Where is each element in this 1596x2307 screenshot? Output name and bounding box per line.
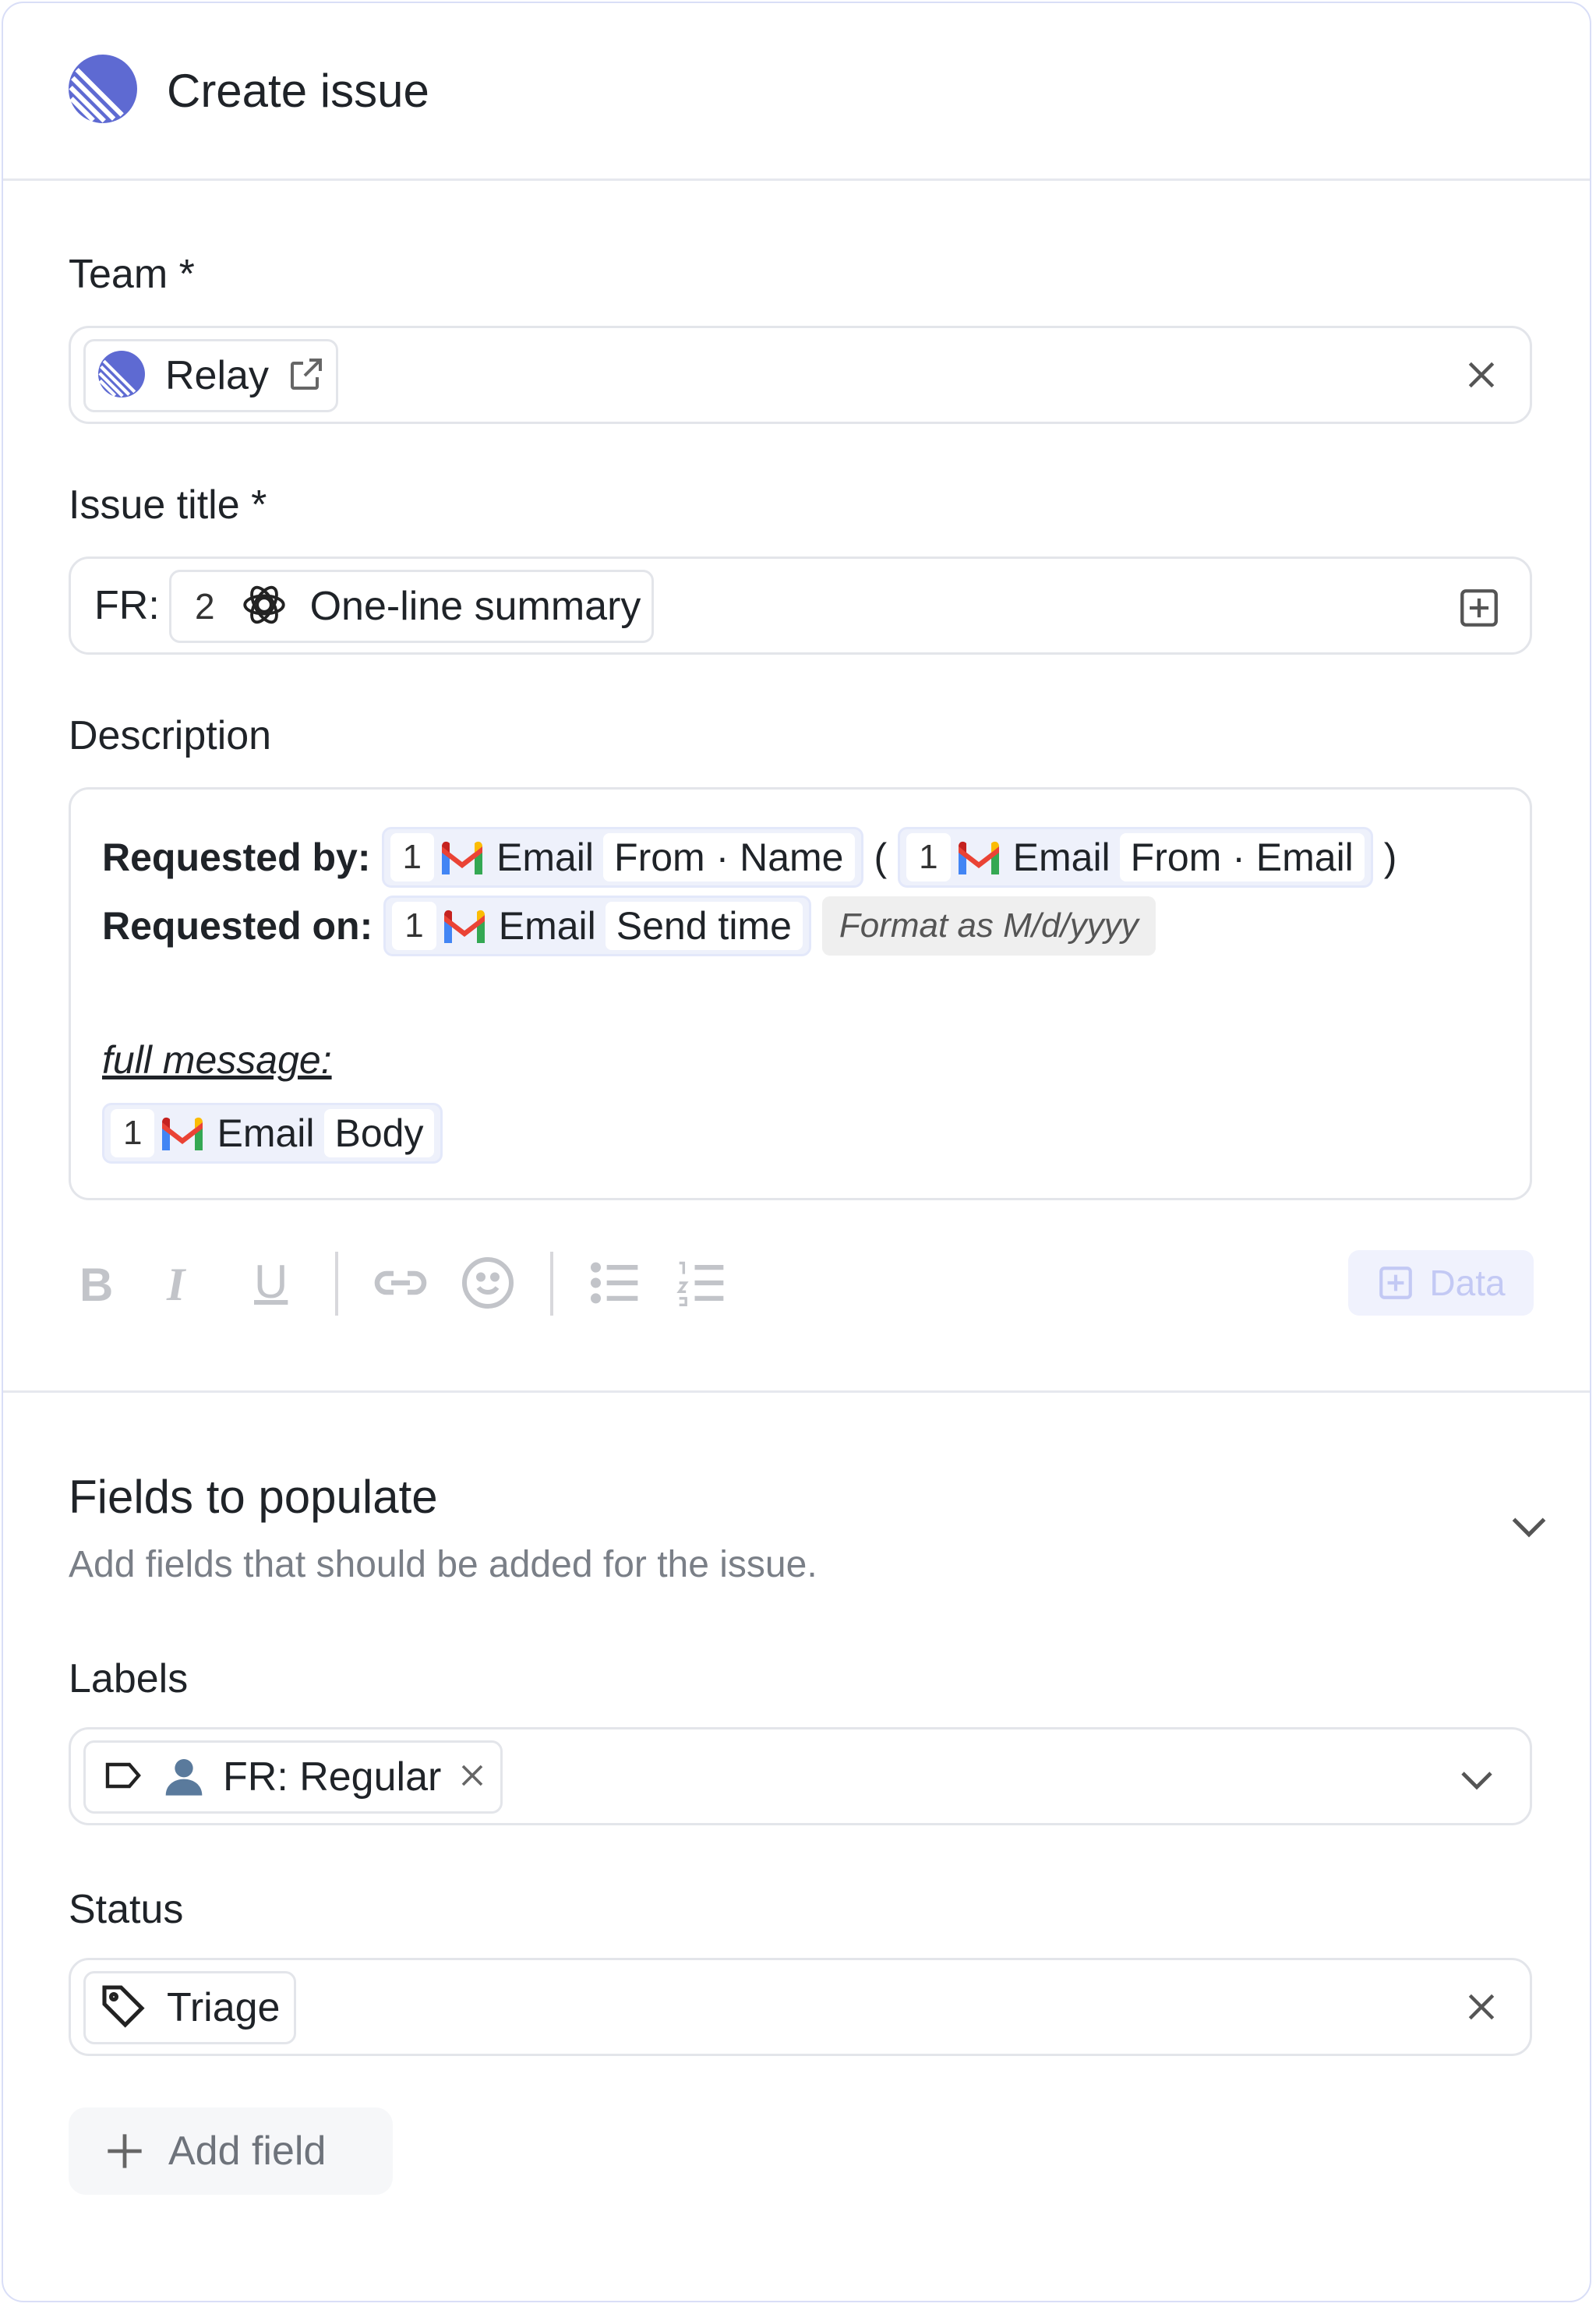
ai-token-chip[interactable]: 2 One-line summary (169, 570, 655, 643)
label-value: FR: Regular (223, 1754, 442, 1800)
issue-title-label: Issue title * (69, 482, 267, 528)
issue-title-input[interactable]: FR: 2 One-line summary (69, 556, 1532, 655)
toolbar-divider (335, 1252, 338, 1316)
token-source: Email (1012, 836, 1110, 879)
underline-icon[interactable]: U (254, 1255, 288, 1309)
status-label: Status (69, 1887, 184, 1932)
clear-status-icon[interactable] (1464, 1990, 1499, 2028)
toolbar-divider (550, 1252, 553, 1316)
remove-label-icon[interactable] (458, 1761, 486, 1793)
labels-select[interactable]: FR: Regular (69, 1727, 1532, 1825)
fields-section-subtitle: Add fields that should be added for the … (69, 1544, 817, 1585)
collapse-chevron-icon[interactable] (1509, 1510, 1549, 1546)
gmail-icon (442, 841, 482, 874)
step-number: 2 (195, 586, 215, 627)
add-data-icon[interactable] (1457, 585, 1502, 634)
description-label: Description (69, 713, 272, 758)
labels-dropdown-chevron-icon[interactable] (1458, 1765, 1495, 1797)
email-body-token[interactable]: 1 Email Body (102, 1103, 443, 1164)
add-data-icon (1379, 1267, 1413, 1299)
token-field: Send time (605, 902, 803, 950)
description-editor[interactable]: Requested by: 1 Email From · Name ( 1 Em… (69, 787, 1532, 1200)
email-from-name-token[interactable]: 1 Email From · Name (381, 827, 863, 888)
token-field: From · Name (603, 833, 855, 881)
step-number: 1 (111, 1109, 155, 1157)
page-title: Create issue (167, 65, 429, 117)
token-source: Email (498, 904, 596, 948)
step-number: 1 (390, 833, 434, 881)
close-paren: ) (1383, 836, 1397, 879)
italic-icon[interactable]: I (167, 1258, 185, 1312)
label-chip[interactable]: FR: Regular (83, 1740, 503, 1814)
format-badge[interactable]: Format as M/d/yyyy (821, 896, 1156, 956)
email-send-time-token[interactable]: 1 Email Send time (383, 896, 811, 956)
token-field: Body (323, 1109, 435, 1157)
team-label: Team * (69, 252, 195, 297)
requested-on-line: Requested on: 1 Email Send time Format a… (102, 896, 1156, 956)
external-link-icon[interactable] (288, 355, 325, 397)
bullet-list-icon[interactable] (589, 1258, 642, 1312)
panel-header: Create issue (3, 3, 1590, 181)
requested-by-line: Requested by: 1 Email From · Name ( 1 Em… (102, 827, 1396, 888)
team-value: Relay (165, 353, 269, 398)
step-number: 1 (906, 833, 951, 881)
bold-icon[interactable]: B (79, 1258, 113, 1312)
gmail-icon (443, 910, 485, 943)
add-field-button[interactable]: Add field (69, 2107, 393, 2195)
open-paren: ( (874, 836, 888, 879)
tag-icon (98, 1981, 148, 2035)
clear-team-icon[interactable] (1464, 358, 1499, 396)
email-from-email-token[interactable]: 1 Email From · Email (898, 827, 1373, 888)
plus-icon (108, 2134, 142, 2168)
emoji-icon[interactable] (460, 1255, 516, 1315)
add-field-label: Add field (168, 2129, 327, 2174)
label-tag-icon (103, 1760, 143, 1795)
numbered-list-icon[interactable] (675, 1258, 728, 1312)
team-chip[interactable]: Relay (83, 339, 338, 412)
issue-title-prefix: FR: (94, 583, 160, 628)
status-chip[interactable]: Triage (83, 1971, 297, 2044)
user-icon (162, 1754, 206, 1801)
step-number: 1 (392, 902, 436, 950)
link-icon[interactable] (373, 1259, 429, 1310)
section-divider (3, 1390, 1590, 1393)
linear-logo-icon (69, 55, 137, 127)
insert-data-button[interactable]: Data (1348, 1250, 1534, 1316)
team-select[interactable]: Relay (69, 326, 1532, 424)
create-issue-panel: Create issue Team * Relay Issue title * … (2, 2, 1591, 2302)
requested-on-label: Requested on: (102, 904, 373, 948)
token-source: Email (217, 1111, 315, 1155)
gmail-icon (162, 1117, 203, 1150)
openai-icon (238, 579, 290, 634)
insert-data-label: Data (1429, 1263, 1506, 1303)
status-value: Triage (167, 1985, 281, 2030)
labels-label: Labels (69, 1656, 189, 1701)
full-message-label: full message: (102, 1038, 332, 1082)
token-source: Email (496, 836, 595, 879)
token-field: From · Email (1119, 833, 1365, 881)
ai-token-label: One-line summary (309, 584, 641, 629)
gmail-icon (958, 841, 999, 874)
requested-by-label: Requested by: (102, 836, 371, 879)
fields-section-title: Fields to populate (69, 1471, 438, 1523)
status-select[interactable]: Triage (69, 1958, 1532, 2056)
linear-logo-icon (98, 350, 145, 401)
